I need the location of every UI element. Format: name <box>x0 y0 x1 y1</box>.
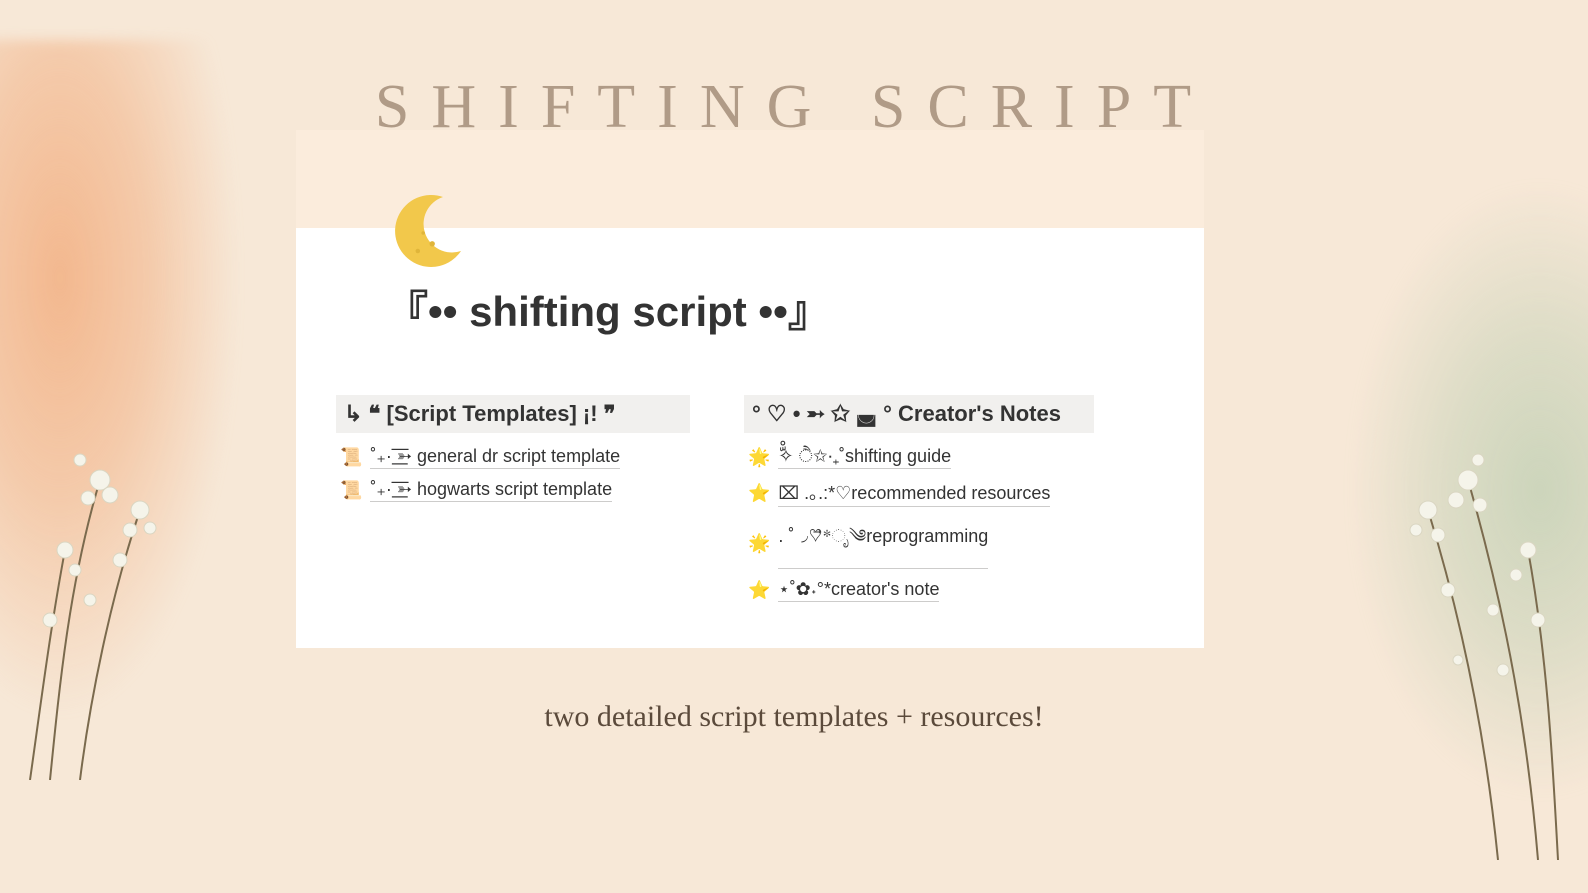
script-templates-column: ↳ ❝ [Script Templates] ¡! ❞ 📜 ˚₊· ͟͟͞͞➳ … <box>336 395 690 607</box>
link-label: ⋆˚✿˖°*creator's note <box>778 579 939 602</box>
templates-heading: ↳ ❝ [Script Templates] ¡! ❞ <box>336 395 690 433</box>
link-label: ˚₊· ͟͟͞͞➳ hogwarts script template <box>370 479 612 502</box>
link-label: . ˚◞♡⃗*ೃ༄reprogramming <box>778 517 988 569</box>
link-label: ˚₊· ͟͟͞͞➳ general dr script template <box>370 446 620 469</box>
page-title: SHIFTING SCRIPT <box>0 72 1588 143</box>
list-item[interactable]: 🌟 ْ✧ّ ੈ✩‧₊˚shifting guide <box>744 441 1094 474</box>
link-label: ⌧ .｡.:*♡recommended resources <box>778 479 1050 507</box>
moon-icon <box>380 188 470 278</box>
list-item[interactable]: ⭐ ⋆˚✿˖°*creator's note <box>744 574 1094 607</box>
document-card: 『•• shifting script ••』 ↳ ❝ [Script Temp… <box>296 130 1204 648</box>
list-item[interactable]: ⭐ ⌧ .｡.:*♡recommended resources <box>744 474 1094 512</box>
list-item[interactable]: 📜 ˚₊· ͟͟͞͞➳ hogwarts script template <box>336 474 690 507</box>
subtitle: two detailed script templates + resource… <box>0 700 1588 734</box>
star-icon: 🌟 <box>748 447 770 468</box>
document-title: 『•• shifting script ••』 <box>386 278 1164 339</box>
creators-notes-column: ° ♡ • ➵ ✩ ◛ ° Creator's Notes 🌟 ْ✧ّ ੈ✩‧₊… <box>744 395 1094 607</box>
link-label: ْ✧ّ ੈ✩‧₊˚shifting guide <box>778 446 951 469</box>
star-icon: ⭐ <box>748 580 770 601</box>
notes-heading: ° ♡ • ➵ ✩ ◛ ° Creator's Notes <box>744 395 1094 433</box>
scroll-icon: 📜 <box>340 480 362 501</box>
floral-right-decoration <box>1298 300 1588 860</box>
star-icon: ⭐ <box>748 483 770 504</box>
card-body: 『•• shifting script ••』 ↳ ❝ [Script Temp… <box>296 228 1204 648</box>
list-item[interactable]: 🌟 . ˚◞♡⃗*ೃ༄reprogramming <box>744 512 1094 574</box>
scroll-icon: 📜 <box>340 447 362 468</box>
star-icon: 🌟 <box>748 533 770 554</box>
list-item[interactable]: 📜 ˚₊· ͟͟͞͞➳ general dr script template <box>336 441 690 474</box>
